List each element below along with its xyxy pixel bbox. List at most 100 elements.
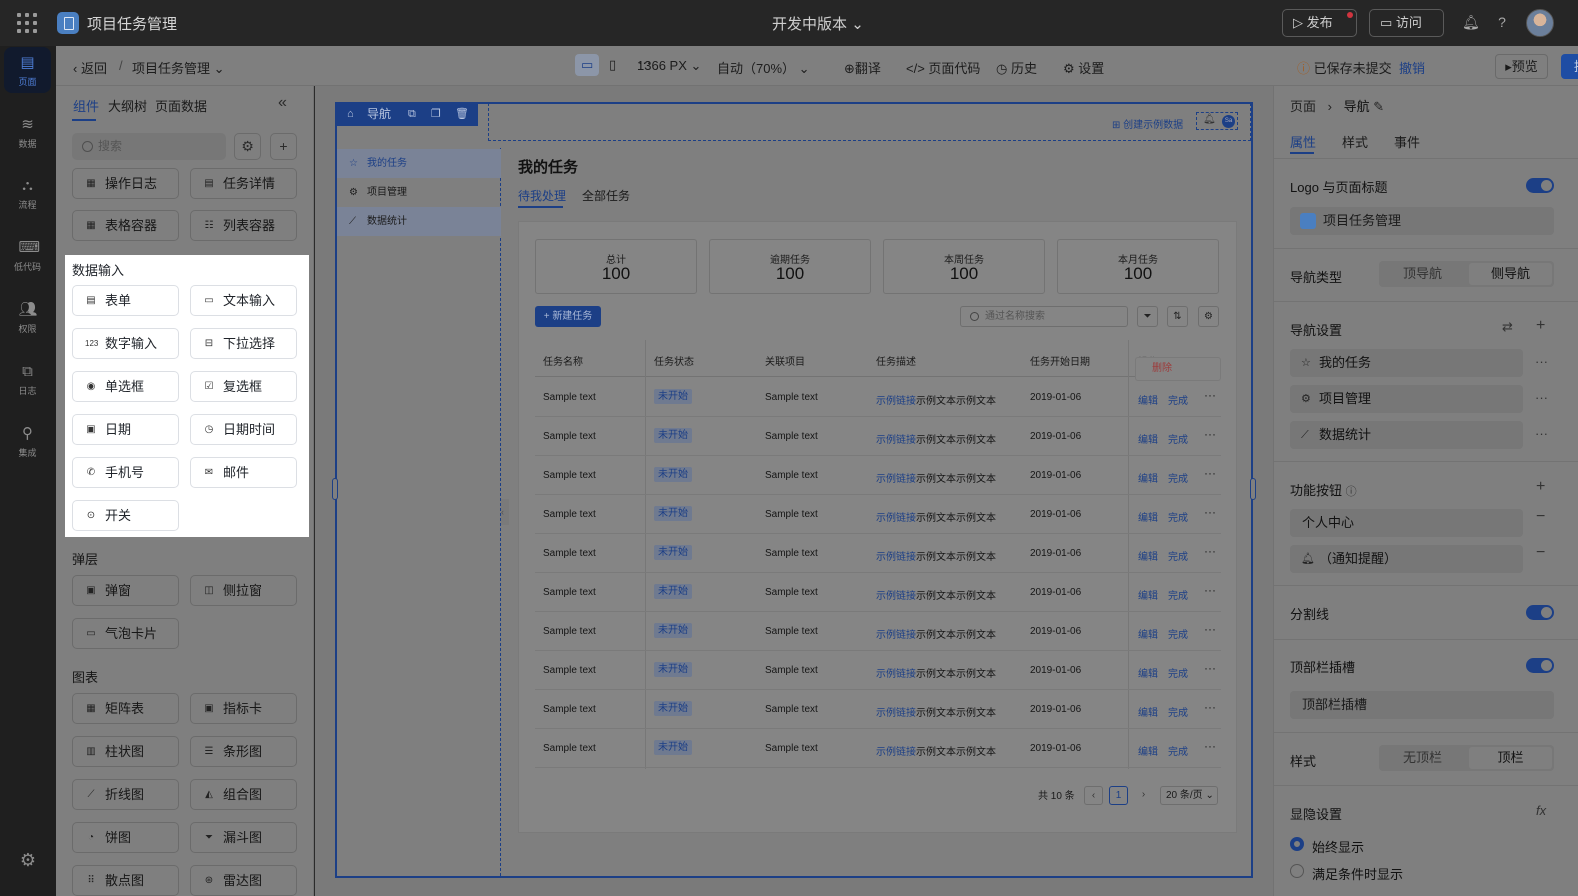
- page-size-select[interactable]: 20 条/页 ⌄: [1160, 786, 1218, 805]
- func-button-item[interactable]: 个人中心: [1290, 509, 1523, 537]
- tab-page-data[interactable]: 页面数据: [155, 96, 207, 115]
- component-phone[interactable]: ✆ 手机号: [72, 457, 179, 488]
- publish-button[interactable]: ▷ 发布 ⌄: [1282, 9, 1357, 56]
- resize-handle-right[interactable]: [1250, 478, 1256, 500]
- table-row[interactable]: Sample text 未开始 Sample text 示例链接示例文本示例文本 201…: [535, 690, 1221, 729]
- sample-link[interactable]: 示例链接: [876, 630, 916, 641]
- sample-link[interactable]: 示例链接: [876, 396, 916, 407]
- sort-icon[interactable]: ⇅: [1167, 306, 1188, 327]
- header-actions-slot[interactable]: 🔔︎ Sa: [1196, 112, 1238, 130]
- gear-icon[interactable]: ⚙: [1198, 306, 1219, 327]
- collapse-panel-icon[interactable]: «: [278, 94, 287, 112]
- delete-action[interactable]: 删除: [1152, 363, 1172, 374]
- sample-link[interactable]: 示例链接: [876, 591, 916, 602]
- component-funnel-chart[interactable]: ⏷ 漏斗图: [190, 822, 297, 853]
- resize-handle-left[interactable]: [332, 478, 338, 500]
- component-combo-chart[interactable]: ◭ 组合图: [190, 779, 297, 810]
- edit-action[interactable]: 编辑: [1138, 626, 1158, 641]
- collapse-sidenav-icon[interactable]: ‹: [501, 499, 509, 525]
- add-icon[interactable]: +: [270, 133, 297, 160]
- mobile-view-toggle[interactable]: ▯: [609, 57, 616, 73]
- radio-conditional-show[interactable]: [1290, 864, 1304, 878]
- component-switch[interactable]: ⊙ 开关: [72, 500, 179, 531]
- complete-action[interactable]: 完成: [1168, 587, 1188, 602]
- add-icon[interactable]: +: [1536, 317, 1545, 335]
- component-metric-card[interactable]: ▣ 指标卡: [190, 693, 297, 724]
- pager-next-icon[interactable]: ›: [1134, 786, 1153, 805]
- undo-button[interactable]: 撤销: [1399, 58, 1425, 77]
- component-line-chart[interactable]: ⟋ 折线图: [72, 779, 179, 810]
- preview-button[interactable]: ▸预览: [1495, 54, 1548, 79]
- task-search-input[interactable]: 通过名称搜索: [960, 306, 1128, 327]
- tab-components[interactable]: 组件: [73, 96, 99, 115]
- component-matrix[interactable]: ▦ 矩阵表: [72, 693, 179, 724]
- style-no-topbar[interactable]: 无顶栏: [1381, 747, 1464, 769]
- rail-item-integration[interactable]: ⚲ 集成: [4, 418, 51, 464]
- translate-button[interactable]: ⊕翻译: [844, 58, 881, 77]
- more-options-icon[interactable]: ···: [1204, 583, 1216, 597]
- row-action-popup[interactable]: 删除: [1135, 357, 1221, 381]
- pager-prev-icon[interactable]: ‹: [1084, 786, 1103, 805]
- complete-action[interactable]: 完成: [1168, 626, 1188, 641]
- sidenav-item-my-tasks[interactable]: ☆ 我的任务: [337, 149, 501, 178]
- logo-title-field[interactable]: 项目任务管理: [1290, 207, 1554, 235]
- style-topbar[interactable]: 顶栏: [1469, 747, 1552, 769]
- page-name-dropdown[interactable]: 项目任务管理 ⌄: [132, 58, 225, 77]
- gear-icon[interactable]: ⚙: [18, 850, 38, 870]
- info-icon[interactable]: ⓘ: [1346, 486, 1357, 498]
- sample-link[interactable]: 示例链接: [876, 474, 916, 485]
- component-pie-chart[interactable]: ◔ 饼图: [72, 822, 179, 853]
- table-row[interactable]: Sample text 未开始 Sample text 示例链接示例文本示例文本 201…: [535, 456, 1221, 495]
- trash-icon[interactable]: 🗑︎: [455, 102, 469, 126]
- edit-action[interactable]: 编辑: [1138, 743, 1158, 758]
- complete-action[interactable]: 完成: [1168, 392, 1188, 407]
- table-row[interactable]: Sample text 未开始 Sample text 示例链接示例文本示例文本 201…: [535, 729, 1221, 768]
- component-text-input[interactable]: ▭ 文本输入: [190, 285, 297, 316]
- formula-icon[interactable]: fx: [1536, 803, 1546, 818]
- more-options-icon[interactable]: ···: [1535, 426, 1548, 441]
- help-icon[interactable]: ?: [1494, 14, 1510, 30]
- complete-action[interactable]: 完成: [1168, 431, 1188, 446]
- import-icon[interactable]: ⇄: [1502, 319, 1513, 335]
- nav-setting-item[interactable]: ⚙ 项目管理: [1290, 385, 1523, 413]
- submit-button[interactable]: 提交: [1561, 54, 1578, 79]
- history-button[interactable]: ◷ 历史: [996, 58, 1037, 77]
- component-date[interactable]: ▣ 日期: [72, 414, 179, 445]
- zoom-dropdown[interactable]: 自动（70%） ⌄: [717, 58, 810, 77]
- edit-action[interactable]: 编辑: [1138, 392, 1158, 407]
- complete-action[interactable]: 完成: [1168, 548, 1188, 563]
- table-row[interactable]: Sample text 未开始 Sample text 示例链接示例文本示例文本 201…: [535, 612, 1221, 651]
- complete-action[interactable]: 完成: [1168, 665, 1188, 680]
- table-row[interactable]: Sample text 未开始 Sample text 示例链接示例文本示例文本 201…: [535, 417, 1221, 456]
- pager-page[interactable]: 1: [1109, 786, 1128, 805]
- gear-icon[interactable]: ⚙: [234, 133, 261, 160]
- bell-icon[interactable]: 🔔︎: [1203, 114, 1216, 125]
- component-dialog[interactable]: ▣ 弹窗: [72, 575, 179, 606]
- duplicate-icon[interactable]: ❐: [431, 102, 441, 126]
- width-dropdown[interactable]: 1366 PX ⌄: [637, 58, 701, 74]
- table-row[interactable]: Sample text 未开始 Sample text 示例链接示例文本示例文本 201…: [535, 573, 1221, 612]
- back-button[interactable]: ‹ 返回: [73, 58, 107, 77]
- more-options-icon[interactable]: ···: [1204, 388, 1216, 402]
- complete-action[interactable]: 完成: [1168, 509, 1188, 524]
- visit-button[interactable]: ▭ 访问 ⌄: [1369, 9, 1444, 56]
- table-row[interactable]: Sample text 未开始 Sample text 示例链接示例文本示例文本 201…: [535, 495, 1221, 534]
- sample-link[interactable]: 示例链接: [876, 552, 916, 563]
- tab-all-tasks[interactable]: 全部任务: [582, 187, 630, 204]
- filter-icon[interactable]: ⏷: [1137, 306, 1158, 327]
- component-form[interactable]: ▤ 表单: [72, 285, 179, 316]
- topbar-slot-field[interactable]: 顶部栏插槽: [1290, 691, 1554, 719]
- settings-button[interactable]: ⚙ 设置: [1063, 58, 1104, 77]
- page-code-button[interactable]: </> 页面代码: [906, 58, 980, 77]
- tab-style[interactable]: 样式: [1342, 132, 1368, 151]
- more-options-icon[interactable]: ···: [1204, 466, 1216, 480]
- radio-always-show[interactable]: [1290, 837, 1304, 851]
- component-bar-chart[interactable]: ▥ 柱状图: [72, 736, 179, 767]
- component-hbar-chart[interactable]: ☰ 条形图: [190, 736, 297, 767]
- remove-icon[interactable]: −: [1536, 544, 1545, 562]
- create-sample-data-button[interactable]: ⊞ 创建示例数据: [1112, 116, 1183, 131]
- sample-link[interactable]: 示例链接: [876, 513, 916, 524]
- more-options-icon[interactable]: ···: [1204, 700, 1216, 714]
- component-task-detail[interactable]: ▤ 任务详情: [190, 168, 297, 199]
- rail-item-flow[interactable]: ⛬ 流程: [4, 170, 51, 216]
